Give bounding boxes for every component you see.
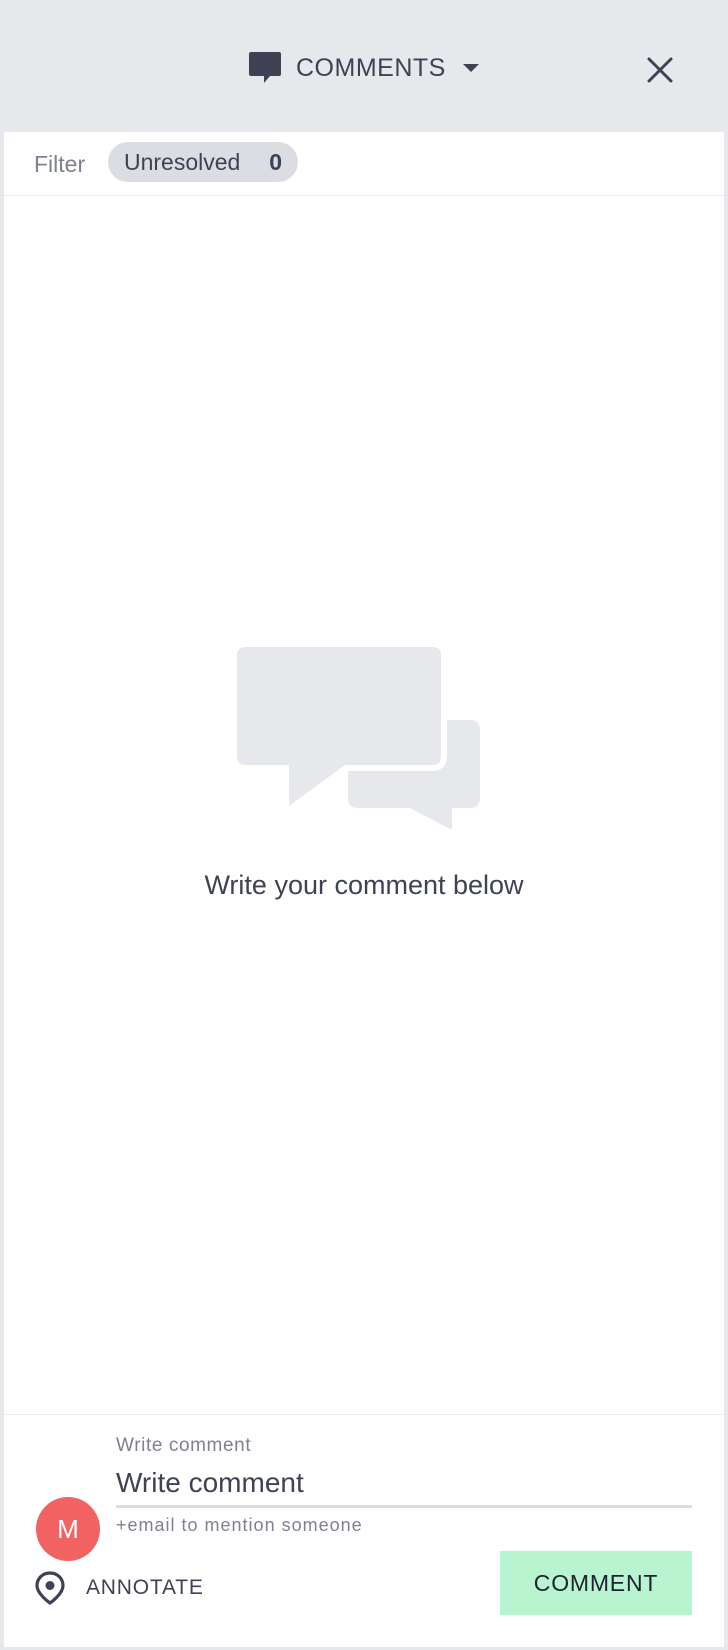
unresolved-filter-chip[interactable]: Unresolved 0 <box>108 142 298 182</box>
caret-down-icon <box>462 64 479 72</box>
comment-input[interactable] <box>116 1461 692 1508</box>
comment-composer: M Write comment +email to mention someon… <box>4 1414 724 1647</box>
chat-bubbles-icon <box>234 644 480 830</box>
panel-header: COMMENTS <box>0 0 728 132</box>
filter-chip-count: 0 <box>269 149 282 175</box>
filter-bar: Filter Unresolved 0 <box>4 132 724 196</box>
comments-content: Filter Unresolved 0 Write your comment b… <box>4 132 724 1647</box>
mention-hint: +email to mention someone <box>116 1515 363 1535</box>
comments-view-dropdown[interactable]: COMMENTS <box>248 50 480 86</box>
submit-comment-button[interactable]: COMMENT <box>500 1551 692 1615</box>
filter-chip-label: Unresolved <box>124 149 241 175</box>
close-button[interactable] <box>640 50 680 90</box>
location-pin-icon <box>35 1571 65 1605</box>
panel-title: COMMENTS <box>296 53 446 82</box>
comment-field-label: Write comment <box>116 1435 252 1456</box>
filter-label: Filter <box>34 151 86 177</box>
empty-state-message: Write your comment below <box>204 870 524 900</box>
close-icon <box>647 57 673 83</box>
comments-panel: COMMENTS Filter Unresolved 0 Write your … <box>0 0 728 1650</box>
annotate-label: ANNOTATE <box>86 1576 204 1599</box>
annotate-button[interactable]: ANNOTATE <box>34 1568 204 1608</box>
avatar: M <box>36 1497 100 1561</box>
chat-bubble-icon <box>249 52 281 83</box>
